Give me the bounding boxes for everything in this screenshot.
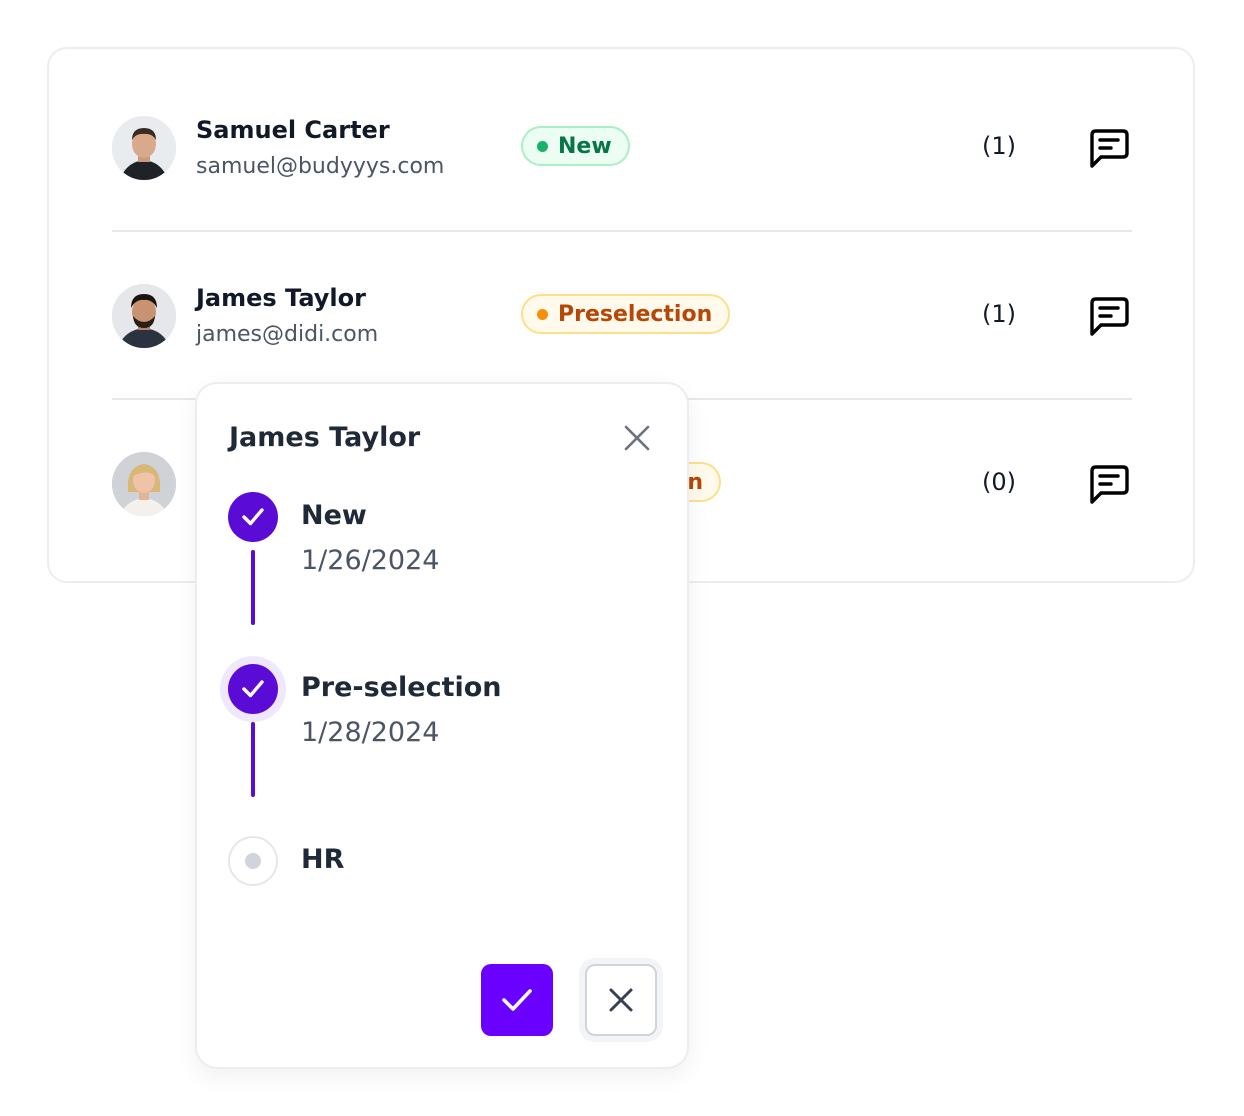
candidate-email: samuel@budyyys.com	[196, 154, 445, 179]
status-badge[interactable]: Preselection	[521, 294, 731, 334]
step-connector	[251, 722, 255, 797]
popover-title: James Taylor	[229, 422, 421, 453]
candidate-row[interactable]: Samuel Carter samuel@budyyys.com New (1)	[112, 64, 1132, 232]
comment-count: (0)	[982, 468, 1016, 496]
step-label: HR	[301, 844, 345, 875]
message-button[interactable]	[1086, 126, 1132, 172]
status-label: n	[687, 469, 703, 495]
step-connector	[251, 550, 255, 625]
close-icon	[624, 425, 650, 451]
message-button[interactable]	[1086, 462, 1132, 508]
avatar	[112, 452, 176, 516]
check-icon	[502, 989, 532, 1011]
status-history-popover: James Taylor New 1/26/2024 Pre-selection…	[195, 382, 689, 1069]
step-label: New	[301, 500, 367, 531]
step-current-icon	[228, 664, 278, 714]
step-pending-dot	[245, 853, 261, 869]
avatar	[112, 116, 176, 180]
step-label: Pre-selection	[301, 672, 502, 703]
candidate-name: Samuel Carter	[196, 116, 390, 144]
status-dot	[537, 308, 548, 320]
close-icon	[609, 988, 633, 1012]
cancel-button[interactable]	[585, 964, 657, 1036]
avatar	[112, 284, 176, 348]
comment-count: (1)	[982, 300, 1016, 328]
step-complete-icon	[228, 492, 278, 542]
popover-close-button[interactable]	[619, 420, 655, 456]
step-date: 1/26/2024	[301, 545, 440, 576]
candidate-email: james@didi.com	[196, 322, 379, 347]
step-pending-icon	[228, 836, 278, 886]
message-square-icon	[1090, 129, 1129, 168]
message-button[interactable]	[1086, 294, 1132, 340]
message-square-icon	[1090, 465, 1129, 504]
status-badge[interactable]: New	[521, 126, 630, 166]
status-label: Preselection	[558, 301, 713, 327]
candidate-row[interactable]: James Taylor james@didi.com Preselection…	[112, 232, 1132, 400]
status-dot	[537, 140, 548, 152]
message-square-icon	[1090, 297, 1129, 336]
check-icon	[242, 508, 264, 526]
step-date: 1/28/2024	[301, 717, 440, 748]
comment-count: (1)	[982, 132, 1016, 160]
status-label: New	[558, 133, 612, 159]
check-icon	[242, 680, 264, 698]
candidate-name: James Taylor	[196, 284, 366, 312]
confirm-button[interactable]	[481, 964, 553, 1036]
